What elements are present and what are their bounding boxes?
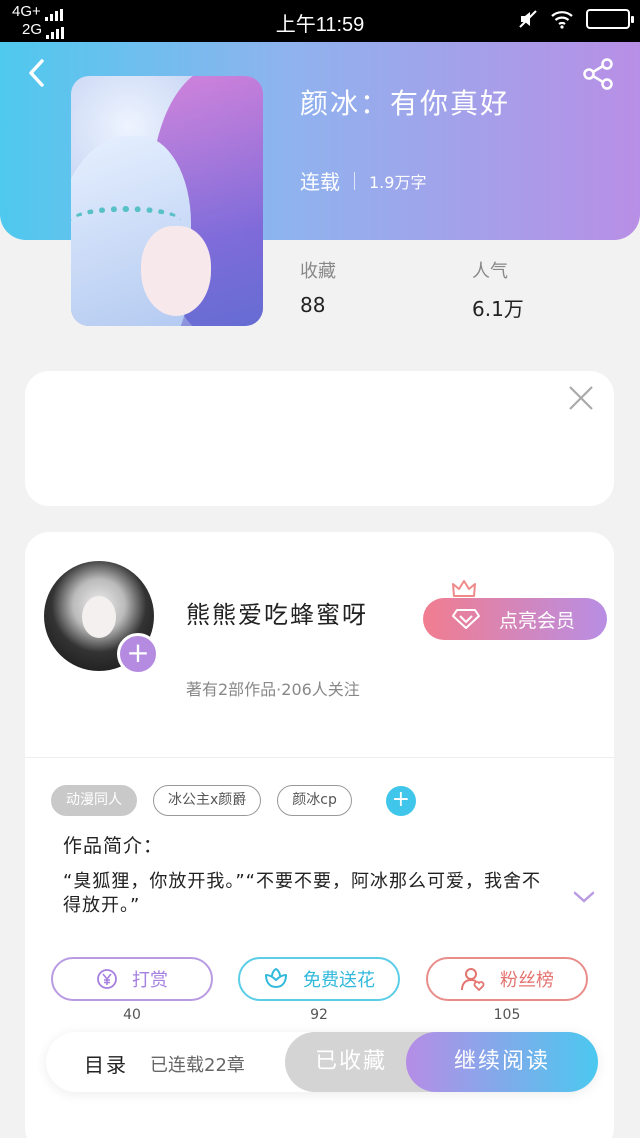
- continue-reading-button[interactable]: 继续阅读: [406, 1032, 598, 1092]
- author-name[interactable]: 熊熊爱吃蜂蜜呀: [186, 595, 368, 630]
- follow-plus-icon[interactable]: +: [117, 633, 159, 675]
- fans-label: 粉丝榜: [500, 970, 554, 991]
- popularity-value: 6.1万: [472, 297, 524, 321]
- word-count: 1.9万字: [369, 172, 427, 192]
- flower-icon: [265, 967, 287, 988]
- favorites-label: 收藏: [300, 261, 336, 282]
- book-title: 颜冰：有你真好: [300, 87, 511, 120]
- wifi-icon: [551, 11, 573, 29]
- add-tag-plus-icon[interactable]: +: [385, 785, 416, 816]
- diamond-icon: [452, 609, 480, 629]
- back-arrow-icon[interactable]: [22, 56, 52, 90]
- flower-count: 92: [310, 1007, 328, 1023]
- ad-card: [25, 371, 614, 506]
- tag-item[interactable]: 动漫同人: [51, 785, 137, 816]
- yen-icon: [97, 969, 117, 989]
- divider: [354, 171, 355, 190]
- share-icon[interactable]: [580, 56, 616, 92]
- author-meta: 著有2部作品·206人关注: [186, 680, 360, 699]
- cover-art-shape: [141, 226, 211, 316]
- vip-label: 点亮会员: [499, 609, 576, 632]
- cover-art-shape: [71, 206, 181, 236]
- battery-icon: [586, 9, 634, 29]
- book-cover[interactable]: [71, 76, 263, 326]
- tag-list: 动漫同人 冰公主x颜爵 颜冰cp +: [51, 785, 416, 816]
- close-icon[interactable]: [568, 385, 594, 411]
- send-flower-button[interactable]: 免费送花: [238, 957, 400, 1001]
- popularity-stat: 人气 6.1万: [472, 257, 524, 322]
- fans-ranking-button[interactable]: 粉丝榜: [426, 957, 588, 1001]
- catalog-button[interactable]: 目录: [84, 1049, 128, 1078]
- popularity-label: 人气: [472, 261, 508, 282]
- favorites-value: 88: [300, 293, 326, 317]
- divider: [25, 757, 614, 758]
- chapter-info: 已连载22章: [150, 1055, 245, 1076]
- crown-icon: [452, 580, 476, 597]
- flower-label: 免费送花: [303, 970, 375, 991]
- tag-item[interactable]: 颜冰cp: [277, 785, 352, 816]
- book-status-row: 连载 1.9万字: [300, 166, 426, 195]
- system-icons: [518, 9, 634, 29]
- serial-status: 连载: [300, 170, 340, 194]
- vip-button[interactable]: 点亮会员: [423, 598, 607, 640]
- tip-count: 40: [123, 1007, 141, 1023]
- person-heart-icon: [461, 968, 485, 992]
- tip-button[interactable]: 打赏: [51, 957, 213, 1001]
- mute-icon: [519, 10, 537, 28]
- avatar-face-shape: [82, 596, 116, 638]
- favorites-stat: 收藏 88: [300, 257, 336, 317]
- tip-label: 打赏: [132, 970, 168, 991]
- intro-title: 作品简介：: [63, 835, 164, 857]
- tag-item[interactable]: 冰公主x颜爵: [153, 785, 262, 816]
- status-bar: 4G+ 2G 上午11:59: [0, 0, 640, 42]
- fans-count: 105: [493, 1007, 521, 1023]
- intro-text: “臭狐狸，你放开我。”“不要不要，阿冰那么可爱，我舍不得放开。”: [63, 871, 541, 916]
- chevron-down-icon[interactable]: [572, 888, 596, 906]
